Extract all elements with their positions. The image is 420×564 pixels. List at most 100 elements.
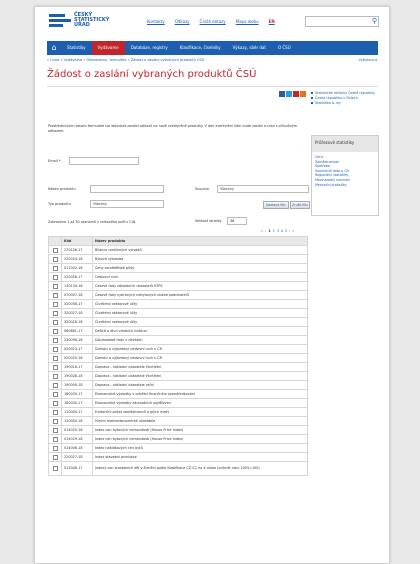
product-name: Ceny zemědělské půdy (92, 263, 308, 273)
breadcrumb[interactable]: » Úvod » Vydáváme » Objednávky, formulář… (47, 58, 204, 62)
pager-first[interactable]: « (261, 229, 263, 233)
product-code: 130134-18 (61, 281, 93, 291)
nav-classifications[interactable]: Klasifikace, číselníky (174, 41, 227, 55)
nav-statistics[interactable]: Statistiky (61, 41, 92, 55)
product-name: Čtvrtletní sektorové účty (92, 317, 308, 327)
pager-next[interactable]: › (289, 229, 290, 233)
nav-databases[interactable]: Databáze, registry (125, 41, 174, 55)
row-checkbox[interactable] (52, 364, 58, 370)
column-header-name[interactable]: Název produktu (92, 236, 308, 246)
google-plus-icon[interactable] (293, 91, 299, 97)
product-name: Evidenční počet zaměstnanců a jejich mzd… (92, 407, 308, 417)
row-checkbox[interactable] (52, 274, 58, 280)
row-checkbox[interactable] (52, 301, 58, 307)
search-input[interactable]: ⚲ (305, 16, 379, 27)
row-checkbox-cell (48, 290, 62, 300)
row-checkbox[interactable] (52, 427, 58, 433)
statistics-link[interactable]: Meziroční statistiky (312, 183, 378, 188)
row-checkbox[interactable] (52, 283, 58, 289)
row-checkbox[interactable] (52, 265, 58, 271)
pager-page[interactable]: 4 (281, 229, 283, 233)
row-checkbox-cell (48, 335, 62, 345)
product-code: 080661-17 (61, 326, 93, 336)
row-checkbox[interactable] (52, 346, 58, 352)
page-size-select[interactable]: 30 (227, 217, 247, 225)
top-link-contacts[interactable]: Kontakty (147, 19, 165, 24)
product-name: Doprava - nákladní ukazatele čtvrtletní (92, 362, 308, 372)
pager-page[interactable]: 2 (273, 229, 275, 233)
table-row: 070007-18 Časové řady vybraných nebytovýc… (48, 290, 308, 300)
email-field[interactable] (69, 157, 139, 165)
row-checkbox[interactable] (52, 337, 58, 343)
csu-logo[interactable]: ČESKÝ STATISTICKÝ ÚŘAD (49, 13, 109, 28)
row-checkbox[interactable] (52, 436, 58, 442)
row-checkbox[interactable] (52, 400, 58, 406)
row-checkbox[interactable] (52, 382, 58, 388)
twitter-icon[interactable] (286, 91, 292, 97)
logo-stripes (49, 14, 71, 27)
row-checkbox[interactable] (52, 445, 58, 451)
nav-publications[interactable]: Vydávame (91, 41, 125, 55)
row-checkbox[interactable] (52, 319, 58, 325)
product-name-input[interactable] (90, 185, 164, 193)
table-row: 130134-18 Časové řady základních ukazatel… (48, 281, 308, 291)
product-code: 190018-17 (61, 362, 93, 372)
facebook-icon[interactable] (279, 91, 285, 97)
table-row: 014029-18 Index cen bytových nemovitostí … (48, 434, 308, 444)
product-name: Bilance rostlinných výrobků (92, 245, 308, 255)
pager-page[interactable]: 1 (268, 229, 270, 233)
row-checkbox[interactable] (52, 454, 58, 460)
row-checkbox[interactable] (52, 391, 58, 397)
column-header-code[interactable]: Kód (61, 236, 93, 246)
top-links: Kontakty Odkazy Časté dotazy Mapa webu E… (147, 19, 275, 24)
table-row: 220024-18 Bytová výstavba (48, 254, 308, 264)
row-checkbox[interactable] (52, 256, 58, 262)
product-code: 120054-18 (61, 416, 93, 426)
pager-page[interactable]: 3 (277, 229, 279, 233)
related-link[interactable]: Statistika & my (311, 101, 377, 106)
product-name: Domácí a výjezdový cestovní ruch v ČR (92, 344, 308, 354)
row-checkbox-cell (48, 461, 62, 476)
row-checkbox[interactable] (52, 466, 58, 471)
nav-about[interactable]: O ČSÚ (272, 41, 297, 55)
search-icon[interactable]: ⚲ (372, 17, 377, 26)
apply-filter-button[interactable]: Nastavit filtr (263, 201, 289, 209)
row-checkbox[interactable] (52, 409, 58, 415)
pager-prev[interactable]: ‹ (265, 229, 266, 233)
row-checkbox[interactable] (52, 292, 58, 298)
top-link-faq[interactable]: Časté dotazy (200, 19, 226, 24)
cancel-filter-button[interactable]: Zrušit filtr (290, 201, 310, 209)
header: ČESKÝ STATISTICKÝ ÚŘAD Kontakty Odkazy Č… (35, 7, 389, 41)
pager-last[interactable]: » (292, 229, 294, 233)
row-checkbox[interactable] (52, 373, 58, 379)
row-checkbox[interactable] (52, 418, 58, 424)
product-code: 070007-18 (61, 290, 93, 300)
nav-reports[interactable]: Výkazy, sběr dat (227, 41, 272, 55)
language-switch[interactable]: EN (269, 19, 275, 24)
column-header-select (48, 236, 62, 246)
product-code: 190009-18 (61, 380, 93, 390)
product-code: 014006-18 (61, 443, 93, 453)
product-type-select[interactable]: Všechny (90, 200, 164, 208)
row-checkbox-cell (48, 425, 62, 435)
products-table: Kód Název produktu 270126-17 Bilance rost… (48, 236, 308, 476)
top-link-links[interactable]: Odkazy (175, 19, 190, 24)
product-type-label: Typ produktu (48, 202, 71, 206)
top-link-sitemap[interactable]: Mapa webu (236, 19, 259, 24)
table-row: 190009-18 Doprava - nákladní ukazatele ro… (48, 380, 308, 390)
row-checkbox[interactable] (52, 328, 58, 334)
category-select[interactable]: Všechny (217, 185, 309, 193)
email-label: Email * (48, 159, 61, 163)
pager-page[interactable]: 5 (285, 229, 287, 233)
page: ČESKÝ STATISTICKÝ ÚŘAD Kontakty Odkazy Č… (34, 6, 390, 564)
row-checkbox-cell (48, 371, 62, 381)
product-name: Index nabídkových cen bytů (92, 443, 308, 453)
row-checkbox-cell (48, 245, 62, 255)
row-checkbox[interactable] (52, 247, 58, 253)
print-link[interactable]: Vytisknout (358, 58, 377, 62)
row-checkbox[interactable] (52, 355, 58, 361)
share-icon[interactable] (300, 91, 306, 97)
product-name: Cestovní ruch (92, 272, 308, 282)
home-icon[interactable]: ⌂ (47, 41, 61, 55)
row-checkbox[interactable] (52, 310, 58, 316)
